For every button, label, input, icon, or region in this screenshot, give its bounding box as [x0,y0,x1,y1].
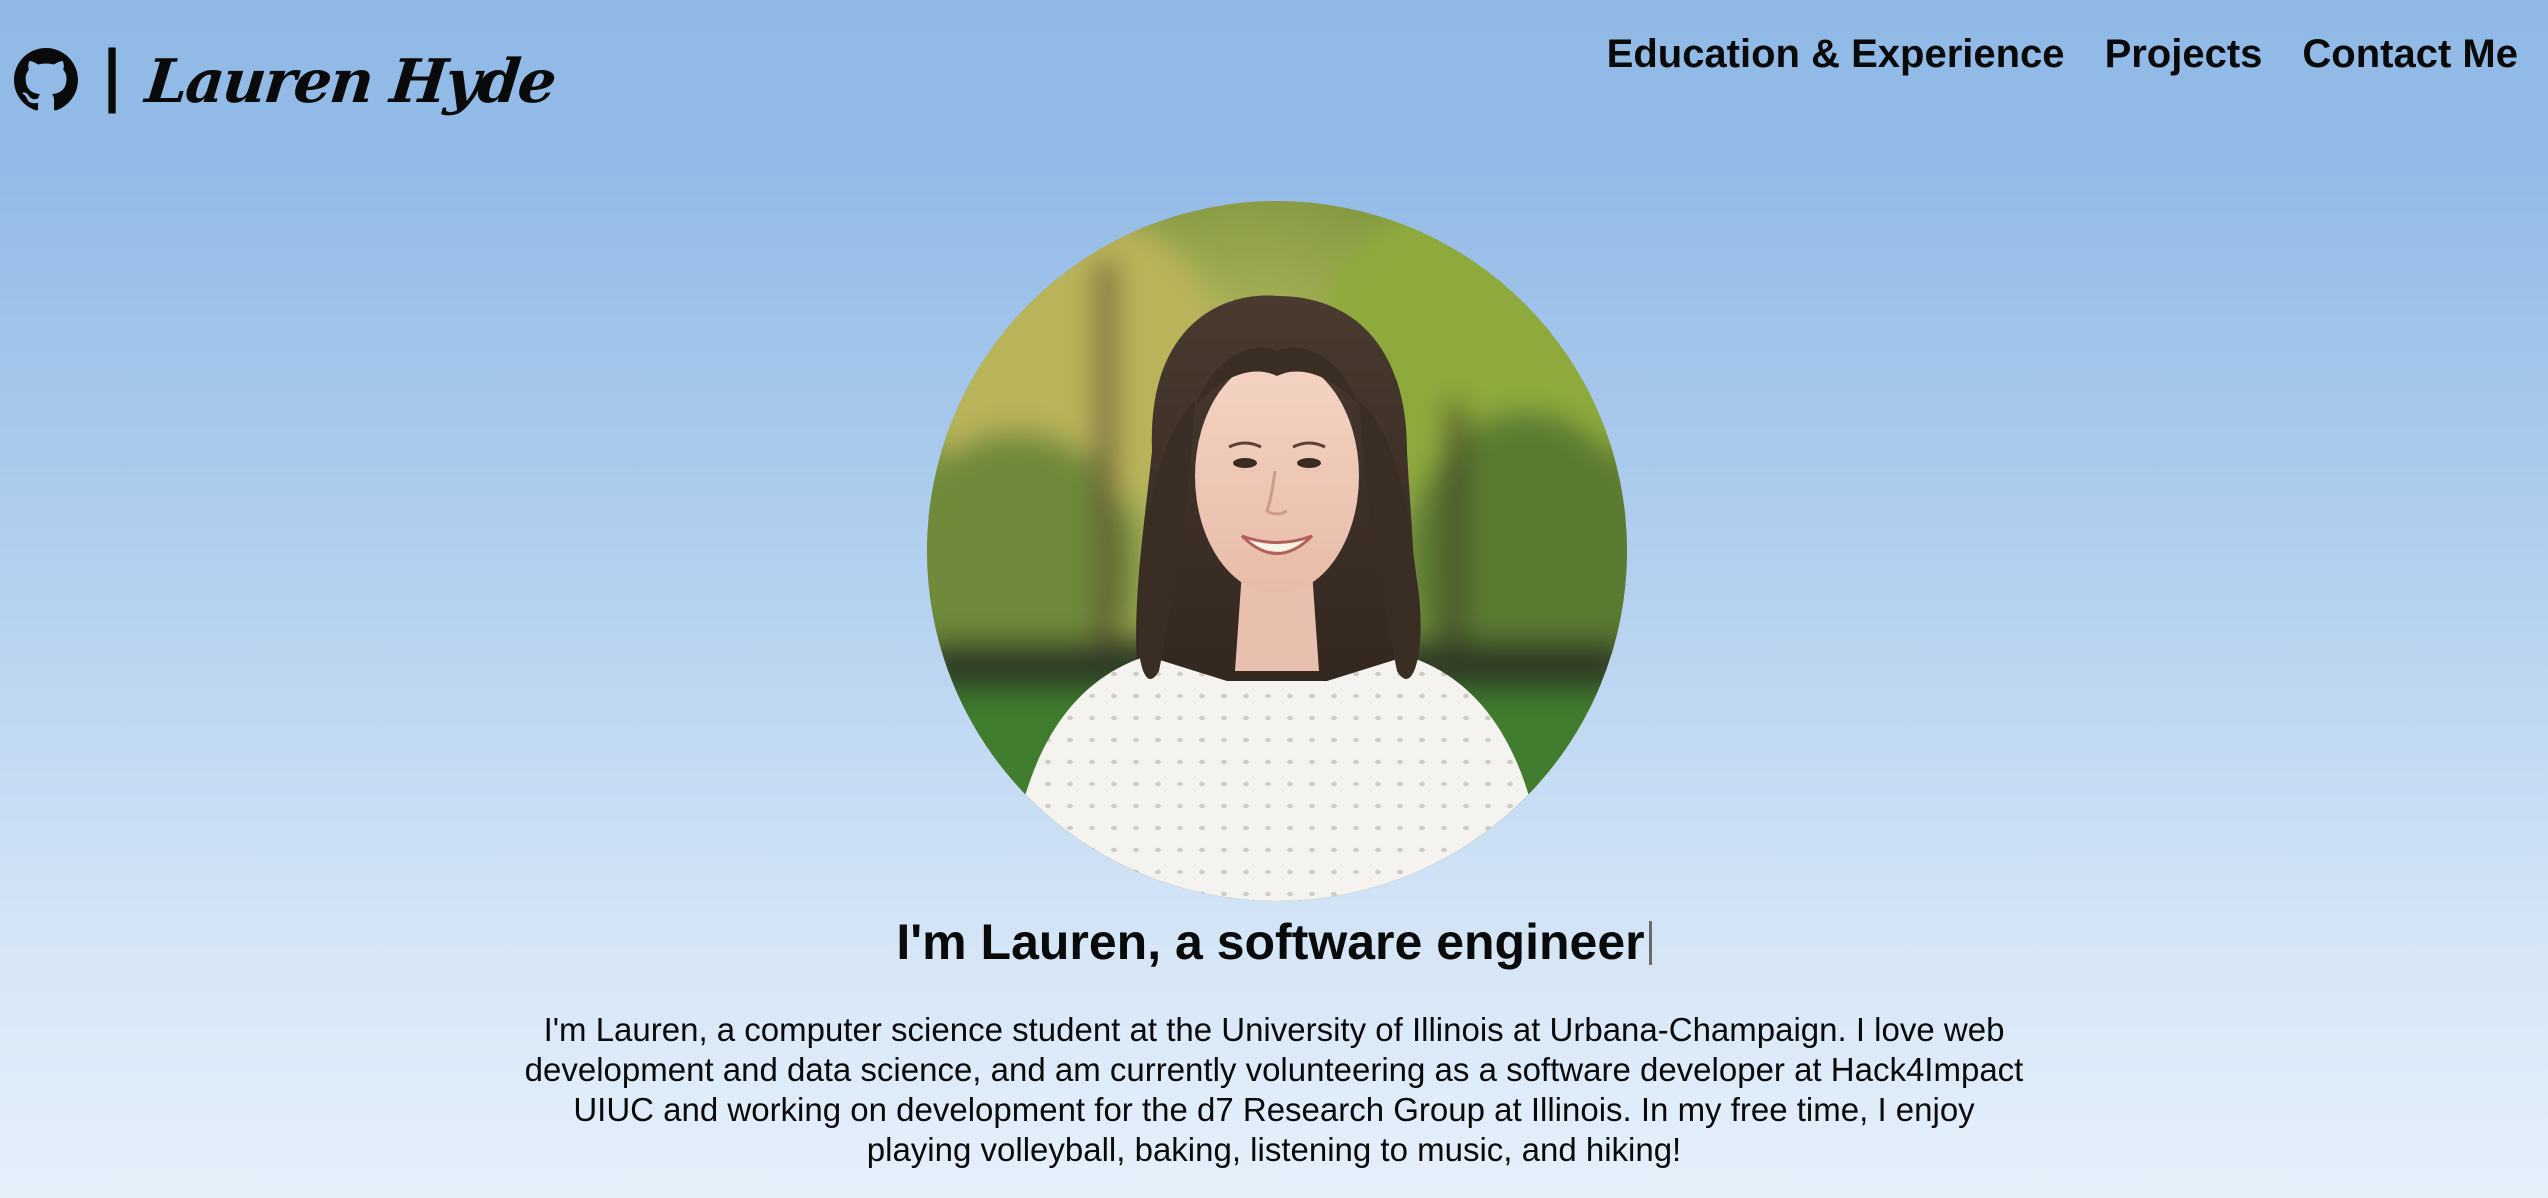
github-icon[interactable] [14,48,78,112]
site-header: | Lauren Hyde Education & Experience Pro… [0,0,2548,150]
nav-link-projects[interactable]: Projects [2105,28,2263,80]
site-title[interactable]: Lauren Hyde [142,47,558,117]
bio-paragraph: I'm Lauren, a computer science student a… [524,1011,2024,1168]
headline-text: I'm Lauren, a software engineer [896,914,1645,970]
profile-photo [927,201,1627,901]
nav-link-education-experience[interactable]: Education & Experience [1607,28,2065,80]
brand-separator: | [100,37,125,114]
typing-cursor [1648,921,1652,965]
brand: | Lauren Hyde [14,37,558,120]
hero-headline: I'm Lauren, a software engineer [0,908,2548,976]
main-nav: Education & Experience Projects Contact … [1607,28,2518,80]
nav-link-contact-me[interactable]: Contact Me [2302,28,2518,80]
